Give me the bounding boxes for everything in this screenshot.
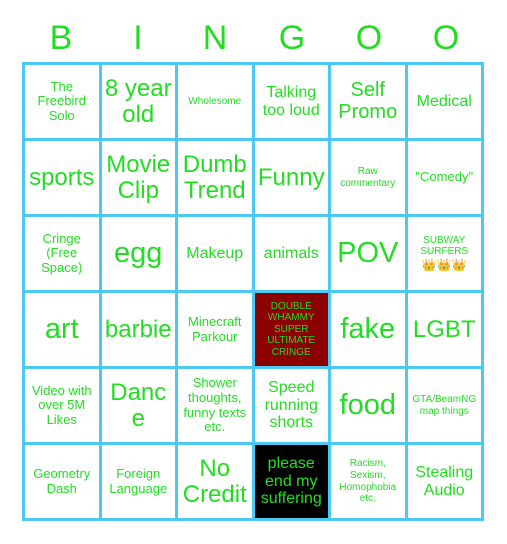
bingo-cell-r1-c3[interactable]: Wholesome	[178, 65, 255, 141]
bingo-cell-label: Racism, Sexism, Homophobia etc.	[339, 458, 397, 505]
bingo-cell-r6-c2[interactable]: Foreign Language	[101, 445, 178, 521]
bingo-cell-r2-c2[interactable]: Movie Clip	[101, 141, 178, 217]
bingo-cell-label: GTA/BeamNG map things	[412, 393, 477, 417]
bingo-cell-r4-c3[interactable]: Minecraft Parkour	[178, 293, 255, 369]
bingo-cell-label: DOUBLE WHAMMY SUPER ULTIMATE CRINGE	[267, 300, 316, 358]
bingo-cell-r5-c1[interactable]: Video with over 5M Likes	[25, 369, 102, 445]
header-letter-2: I	[133, 19, 143, 57]
bingo-cell-label: Makeup	[186, 244, 244, 262]
bingo-cell-label: "Comedy"	[415, 169, 474, 185]
bingo-cell-r5-c2[interactable]: Dance	[101, 369, 178, 445]
bingo-cell-label: Dumb Trend	[182, 151, 247, 204]
bingo-cell-r5-c3[interactable]: Shower thoughts, funny texts etc.	[178, 369, 255, 445]
bingo-header-row: B I N G O O	[23, 0, 485, 58]
bingo-cell-r2-c6[interactable]: "Comedy"	[407, 141, 484, 217]
bingo-cell-label: Shower thoughts, funny texts etc.	[183, 375, 247, 435]
crown-icon-group: 👑👑👑	[421, 257, 467, 272]
bingo-cell-label: Movie Clip	[106, 151, 171, 204]
bingo-cell-label: art	[44, 313, 79, 346]
bingo-cell-label: 8 year old	[104, 75, 172, 128]
bingo-cell-label: Speed running shorts	[264, 379, 318, 432]
bingo-cell-r3-c4[interactable]: animals	[254, 217, 331, 293]
bingo-cell-r3-c5[interactable]: POV	[331, 217, 408, 293]
bingo-cell-label: barbie	[104, 315, 172, 343]
bingo-cell-r4-c1[interactable]: art	[25, 293, 102, 369]
bingo-cell-label: fake	[340, 313, 396, 346]
bingo-cell-label: Talking too loud	[262, 83, 320, 119]
bingo-cell-label: Foreign Language	[109, 465, 168, 496]
bingo-cell-r6-c4[interactable]: please end my suffering	[254, 445, 331, 521]
bingo-cell-label: Funny	[257, 163, 325, 191]
header-letter-5: O	[355, 19, 383, 57]
bingo-cell-label: Geometry Dash	[33, 465, 91, 496]
header-letter-3: N	[202, 19, 228, 57]
bingo-cell-r4-c2[interactable]: barbie	[101, 293, 178, 369]
bingo-cell-label: Wholesome	[188, 95, 242, 107]
bingo-cell-r4-c4[interactable]: DOUBLE WHAMMY SUPER ULTIMATE CRINGE	[254, 293, 331, 369]
bingo-cell-r3-c6[interactable]: SUBWAY SURFERS 👑👑👑	[407, 217, 484, 293]
bingo-cell-label: animals	[263, 244, 319, 262]
bingo-cell-r3-c1[interactable]: Cringe (Free Space)	[25, 217, 102, 293]
bingo-cell-label: POV	[337, 237, 399, 270]
bingo-cell-label: Stealing Audio	[415, 463, 474, 499]
bingo-cell-r3-c2[interactable]: egg	[101, 217, 178, 293]
bingo-cell-label: Video with over 5M Likes	[31, 382, 92, 427]
bingo-cell-r1-c4[interactable]: Talking too loud	[254, 65, 331, 141]
bingo-cell-r5-c6[interactable]: GTA/BeamNG map things	[407, 369, 484, 445]
bingo-cell-r6-c6[interactable]: Stealing Audio	[407, 445, 484, 521]
bingo-cell-label: food	[339, 389, 396, 422]
bingo-cell-r5-c4[interactable]: Speed running shorts	[254, 369, 331, 445]
bingo-cell-r1-c1[interactable]: The Freebird Solo	[25, 65, 102, 141]
bingo-cell-r3-c3[interactable]: Makeup	[178, 217, 255, 293]
bingo-cell-label: No Credit	[182, 455, 247, 508]
bingo-cell-label: Self Promo	[338, 78, 398, 123]
bingo-cell-r6-c1[interactable]: Geometry Dash	[25, 445, 102, 521]
bingo-cell-r4-c6[interactable]: LGBT	[407, 293, 484, 369]
bingo-cell-label: Cringe (Free Space)	[41, 230, 83, 275]
bingo-cell-label: sports	[29, 163, 95, 191]
bingo-cell-r1-c5[interactable]: Self Promo	[331, 65, 408, 141]
header-letter-6: O	[432, 19, 460, 57]
bingo-cell-r2-c5[interactable]: Raw commentary	[331, 141, 408, 217]
bingo-cell-r4-c5[interactable]: fake	[331, 293, 408, 369]
header-letter-1: B	[49, 19, 73, 57]
bingo-cell-label: LGBT	[412, 315, 476, 343]
bingo-cell-label: Minecraft Parkour	[188, 313, 242, 344]
bingo-cell-label: SUBWAY SURFERS	[420, 234, 469, 258]
bingo-cell-r2-c3[interactable]: Dumb Trend	[178, 141, 255, 217]
bingo-cell-r6-c3[interactable]: No Credit	[178, 445, 255, 521]
bingo-cell-label: Raw commentary	[340, 165, 396, 189]
bingo-cell-label: The Freebird Solo	[37, 78, 86, 123]
bingo-grid: The Freebird Solo 8 year old Wholesome Talk…	[22, 62, 484, 521]
bingo-cell-label: please end my suffering	[260, 455, 322, 508]
bingo-cell-r5-c5[interactable]: food	[331, 369, 408, 445]
bingo-cell-label: egg	[114, 237, 163, 270]
bingo-cell-label: Dance	[110, 379, 167, 432]
bingo-cell-r6-c5[interactable]: Racism, Sexism, Homophobia etc.	[331, 445, 408, 521]
bingo-cell-label: Medical	[416, 92, 472, 110]
bingo-cell-r1-c6[interactable]: Medical	[407, 65, 484, 141]
bingo-card: B I N G O O The Freebird Solo 8 year old W…	[0, 0, 507, 544]
bingo-cell-r2-c4[interactable]: Funny	[254, 141, 331, 217]
bingo-cell-r1-c2[interactable]: 8 year old	[101, 65, 178, 141]
header-letter-4: G	[278, 19, 306, 57]
bingo-cell-r2-c1[interactable]: sports	[25, 141, 102, 217]
